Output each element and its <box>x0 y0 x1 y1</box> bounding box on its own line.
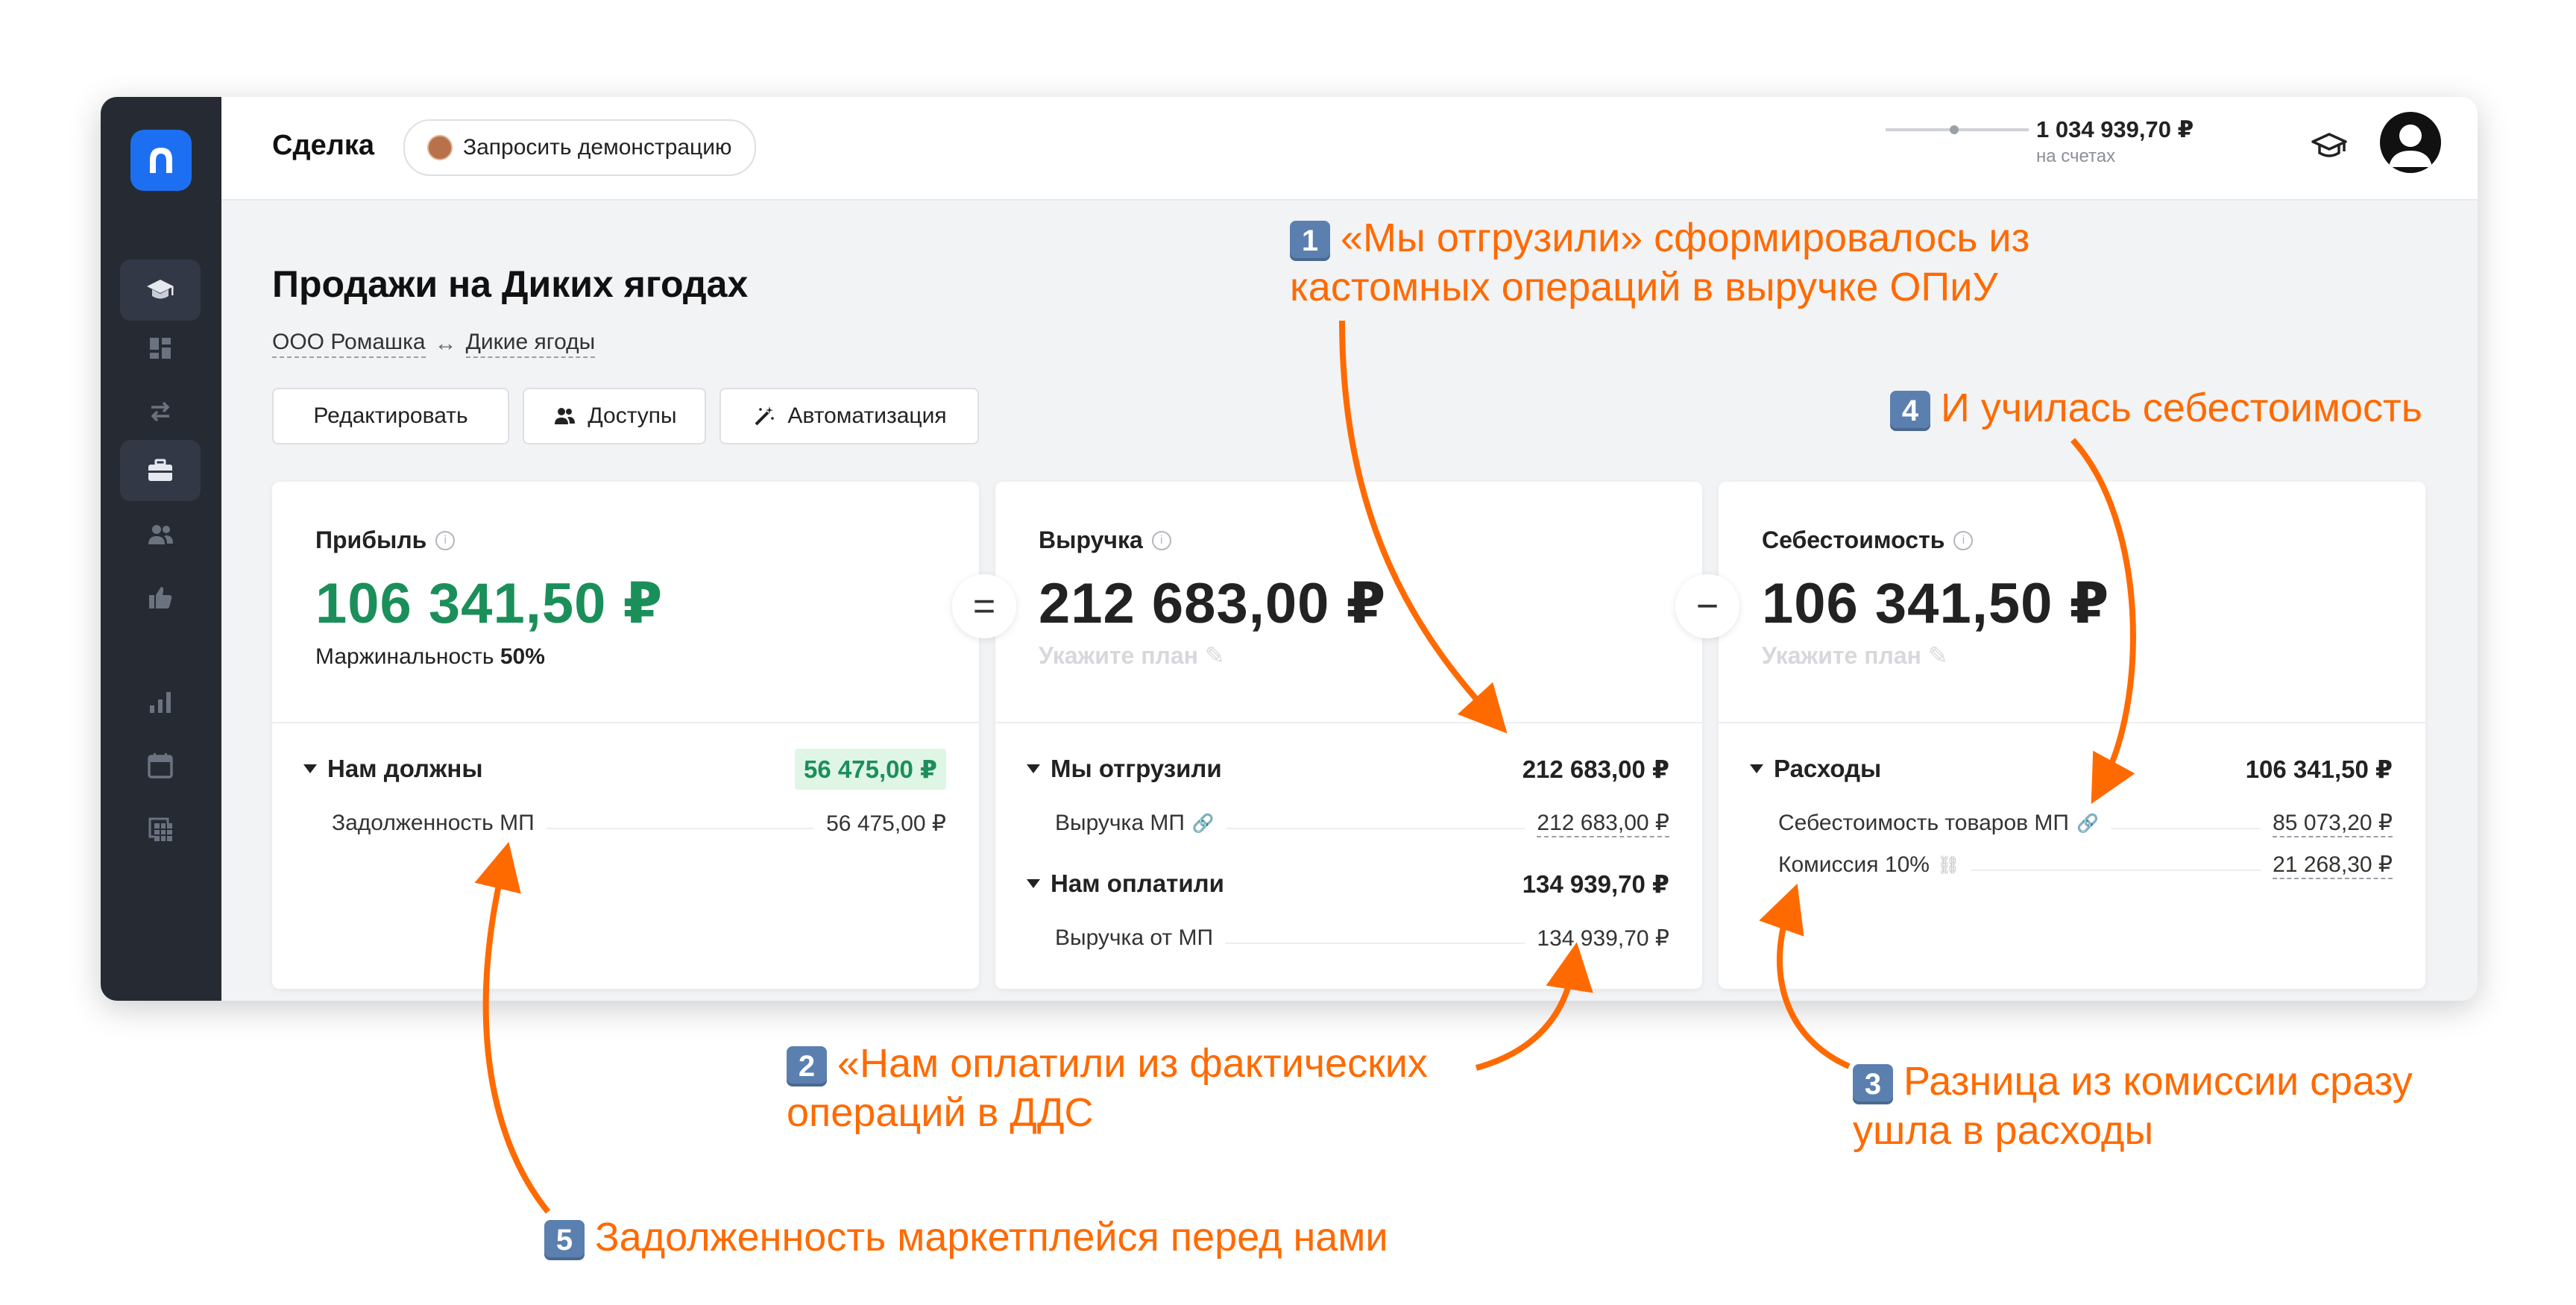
annotation-text: операций в ДДС <box>787 1090 1094 1135</box>
annotation-number: 2 <box>787 1045 827 1087</box>
annotation-number: 5 <box>544 1219 585 1260</box>
arrow-4 <box>2070 438 2136 805</box>
annotation-number: 3 <box>1853 1063 1893 1104</box>
arrow-2 <box>1475 942 1593 1071</box>
annotation-2: 2 «Нам оплатили из фактических операций в… <box>787 1039 1428 1137</box>
annotation-text: Разница из комиссии сразу <box>1903 1059 2413 1104</box>
annotation-1: 1 «Мы отгрузили» сформировалось из кастом… <box>1290 213 2029 312</box>
arrow-5 <box>474 841 551 1214</box>
annotation-4: 4 И училась себестоимость <box>1890 383 2422 433</box>
annotation-text: И училась себестоимость <box>1941 386 2422 430</box>
annotation-number: 4 <box>1890 390 1930 431</box>
annotation-text: кастомных операций в выручке ОПиУ <box>1290 265 1998 309</box>
annotation-text: ушла в расходы <box>1853 1108 2154 1153</box>
annotation-number: 1 <box>1290 220 1330 261</box>
annotation-5: 5 Задолженность маркетплейся перед нами <box>544 1213 1388 1262</box>
annotation-text: «Нам оплатили из фактических <box>837 1041 1428 1086</box>
annotation-text: «Мы отгрузили» сформировалось из <box>1341 216 2030 260</box>
annotation-text: Задолженность маркетплейся перед нами <box>595 1215 1388 1260</box>
arrow-1 <box>1339 320 1508 734</box>
arrow-3 <box>1759 883 1851 1069</box>
annotation-3: 3 Разница из комиссии сразу ушла в расход… <box>1853 1057 2413 1155</box>
